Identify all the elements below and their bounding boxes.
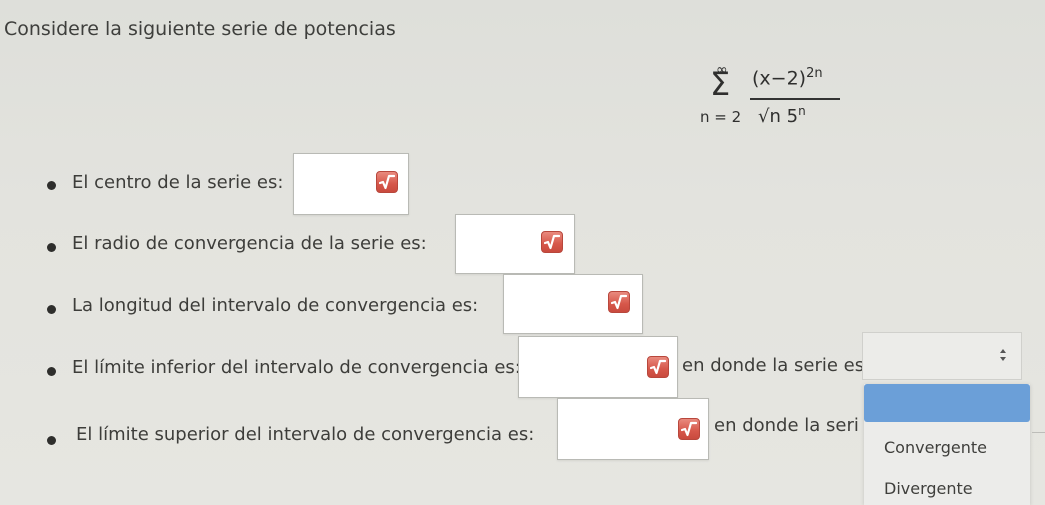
- convergence-label: en donde la serie es:: [682, 355, 871, 376]
- sqrt-icon: [681, 421, 697, 437]
- formula-numerator: (x−2)2n: [752, 66, 823, 89]
- up-down-arrows-icon: [1000, 349, 1006, 361]
- fraction-bar: [750, 98, 840, 100]
- answer-input-radius[interactable]: [455, 214, 575, 274]
- option-divergente[interactable]: Divergente: [884, 479, 973, 498]
- convergence-dropdown-list: Convergente Divergente: [864, 384, 1030, 505]
- bullet-icon: [47, 367, 56, 376]
- bullet-icon: [47, 243, 56, 252]
- question-text: El límite superior del intervalo de conv…: [76, 424, 535, 445]
- answer-input-lower-limit[interactable]: [518, 336, 678, 398]
- numerator-base: (x−2): [752, 67, 807, 90]
- sum-lower-limit: n = 2: [700, 108, 742, 126]
- sqrt-icon: [544, 234, 560, 250]
- question-title: Considere la siguiente serie de potencia…: [4, 18, 396, 40]
- question-text: El radio de convergencia de la serie es:: [72, 233, 427, 254]
- denominator-exponent: n: [798, 104, 806, 118]
- bullet-icon: [47, 181, 56, 190]
- formula-denominator: √n 5n: [758, 104, 806, 127]
- question-text: El límite inferior del intervalo de conv…: [72, 357, 521, 378]
- sqrt-button[interactable]: [678, 418, 700, 440]
- question-text: El centro de la serie es:: [72, 172, 284, 193]
- dropdown-highlighted-option[interactable]: [864, 384, 1030, 422]
- bullet-icon: [47, 305, 56, 314]
- answer-input-upper-limit[interactable]: [557, 398, 709, 460]
- answer-input-length[interactable]: [503, 274, 643, 334]
- convergence-label: en donde la seri: [714, 415, 859, 436]
- sqrt-button[interactable]: [608, 291, 630, 313]
- sqrt-button[interactable]: [647, 356, 669, 378]
- answer-input-center[interactable]: [293, 153, 409, 215]
- denominator-root: √n: [758, 106, 781, 127]
- convergence-select-lower[interactable]: [862, 332, 1022, 380]
- option-convergente[interactable]: Convergente: [884, 438, 987, 457]
- sqrt-icon: [379, 174, 395, 190]
- bullet-icon: [47, 436, 56, 445]
- numerator-exponent: 2n: [806, 66, 823, 81]
- denominator-base: 5: [780, 106, 799, 127]
- divider: [1032, 432, 1045, 433]
- power-series-formula: ∞ Σ n = 2 (x−2)2n √n 5n: [700, 62, 850, 140]
- sqrt-button[interactable]: [541, 231, 563, 253]
- sqrt-button[interactable]: [376, 171, 398, 193]
- question-text: La longitud del intervalo de convergenci…: [72, 295, 479, 316]
- sigma-symbol: Σ: [710, 65, 731, 103]
- sqrt-icon: [611, 294, 627, 310]
- sqrt-icon: [650, 359, 666, 375]
